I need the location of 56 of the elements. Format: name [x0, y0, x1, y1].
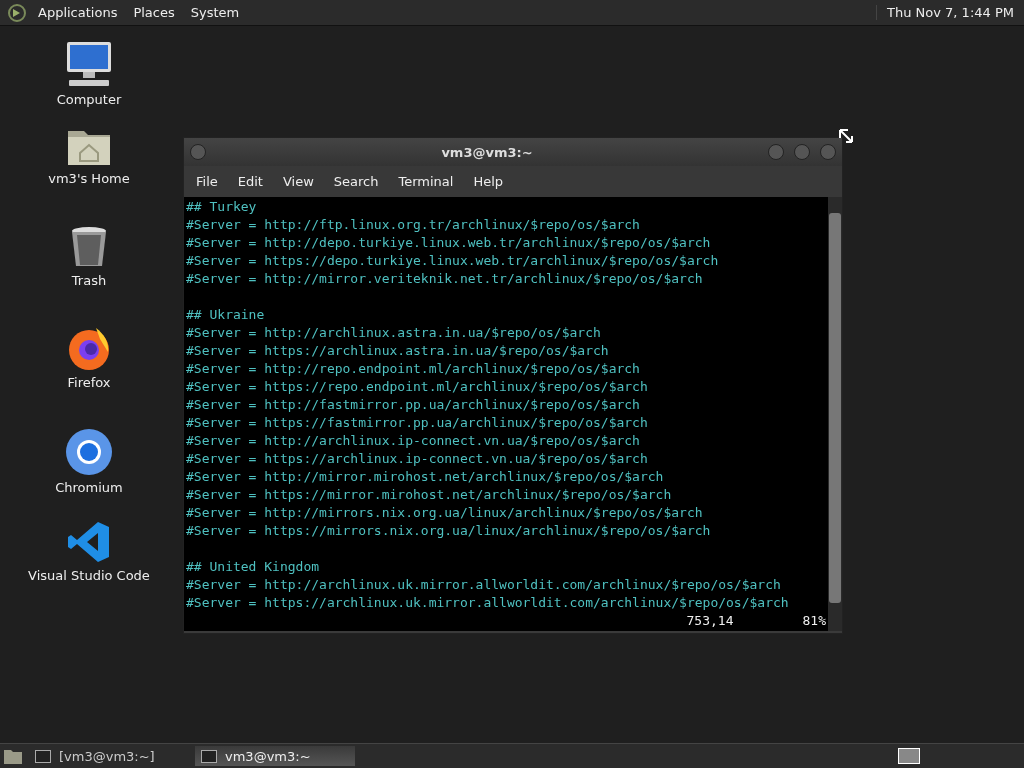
scrollbar[interactable]: [828, 197, 842, 631]
terminal-line: #Server = http://fastmirror.pp.ua/archlinux/$repo/os/$arch: [186, 396, 641, 414]
cursor-position: 753,14: [686, 612, 735, 630]
terminal-line: #Server = http://mirror.veriteknik.net.tr/archlinux/$repo/os/$arch: [186, 270, 704, 288]
terminal-line: ## Turkey: [186, 198, 258, 216]
terminal-line: #Server = https://archlinux.astra.in.ua/$repo/os/$arch: [186, 342, 610, 360]
panel-menu[interactable]: System: [182, 5, 248, 20]
terminal-line: ## Ukraine: [186, 306, 266, 324]
desktop-icon-label[interactable]: Visual Studio Code: [28, 568, 150, 583]
clock[interactable]: Thu Nov 7, 1:44 PM: [876, 5, 1024, 20]
terminal-line: #Server = https://mirrors.nix.org.ua/linux/archlinux/$repo/os/$arch: [186, 522, 712, 540]
terminal-icon: [35, 749, 51, 763]
terminal-line: #Server = http://mirror.mirohost.net/archlinux/$repo/os/$arch: [186, 468, 665, 486]
desktop-icon-label[interactable]: vm3's Home: [48, 171, 130, 186]
terminal-line: #Server = http://ftp.linux.org.tr/archlinux/$repo/os/$arch: [186, 216, 641, 234]
maximize-button[interactable]: [794, 144, 810, 160]
terminal-line: #Server = https://archlinux.uk.mirror.allworldit.com/archlinux/$repo/os/$arch: [186, 594, 790, 612]
terminal-line: ## United Kingdom: [186, 558, 321, 576]
terminal-line: #Server = https://fastmirror.pp.ua/archlinux/$repo/os/$arch: [186, 414, 649, 432]
desktop-icon-label[interactable]: Computer: [56, 92, 122, 107]
resize-icon: [838, 128, 856, 146]
terminal-line: #Server = https://repo.endpoint.ml/archlinux/$repo/os/$arch: [186, 378, 649, 396]
terminal-line: #Server = http://repo.endpoint.ml/archlinux/$repo/os/$arch: [186, 360, 641, 378]
chromium-icon: [65, 428, 113, 476]
window-title: vm3@vm3:~: [440, 144, 534, 160]
logo-icon: [8, 3, 26, 22]
terminal-line: #Server = http://archlinux.ip-connect.vn.ua/$repo/os/$arch: [186, 432, 641, 450]
taskbar-button[interactable]: vm3@vm3:~: [195, 746, 355, 766]
vscode-icon: [67, 520, 111, 564]
window-menu-button[interactable]: [190, 144, 206, 160]
menu-item[interactable]: Help: [463, 174, 514, 189]
desktop-icon-label[interactable]: Firefox: [67, 375, 111, 390]
scroll-percent: 81%: [802, 612, 826, 630]
panel-menu[interactable]: Applications: [30, 5, 126, 20]
terminal-line: #Server = https://archlinux.ip-connect.vn.ua/$repo/os/$arch: [186, 450, 649, 468]
firefox-icon: [66, 325, 112, 371]
desktop-icon-label[interactable]: Chromium: [55, 480, 123, 495]
terminal-line: #Server = http://archlinux.uk.mirror.allworldit.com/archlinux/$repo/os/$arch: [186, 576, 782, 594]
panel-menu[interactable]: Places: [125, 5, 183, 20]
terminal-line: #Server = http://depo.turkiye.linux.web.tr/archlinux/$repo/os/$arch: [186, 234, 712, 252]
trash-icon: [69, 225, 109, 269]
close-button[interactable]: [820, 144, 836, 160]
terminal-line: #Server = https://depo.turkiye.linux.web.tr/archlinux/$repo/os/$arch: [186, 252, 720, 270]
workspace-switcher[interactable]: [898, 748, 920, 764]
menu-item[interactable]: View: [272, 174, 324, 189]
menu-item[interactable]: File: [186, 174, 228, 189]
menu-item[interactable]: Edit: [227, 174, 273, 189]
terminal-line: #Server = http://mirrors.nix.org.ua/linux/archlinux/$repo/os/$arch: [186, 504, 704, 522]
show-desktop-icon[interactable]: [3, 747, 23, 765]
minimize-button[interactable]: [768, 144, 784, 160]
menu-item[interactable]: Search: [323, 174, 389, 189]
terminal-line: #Server = http://archlinux.astra.in.ua/$repo/os/$arch: [186, 324, 602, 342]
menu-item[interactable]: Terminal: [388, 174, 464, 189]
desktop-icon-label[interactable]: Trash: [71, 273, 107, 288]
terminal-icon: [201, 749, 217, 763]
terminal-line: #Server = https://mirror.mirohost.net/archlinux/$repo/os/$arch: [186, 486, 673, 504]
